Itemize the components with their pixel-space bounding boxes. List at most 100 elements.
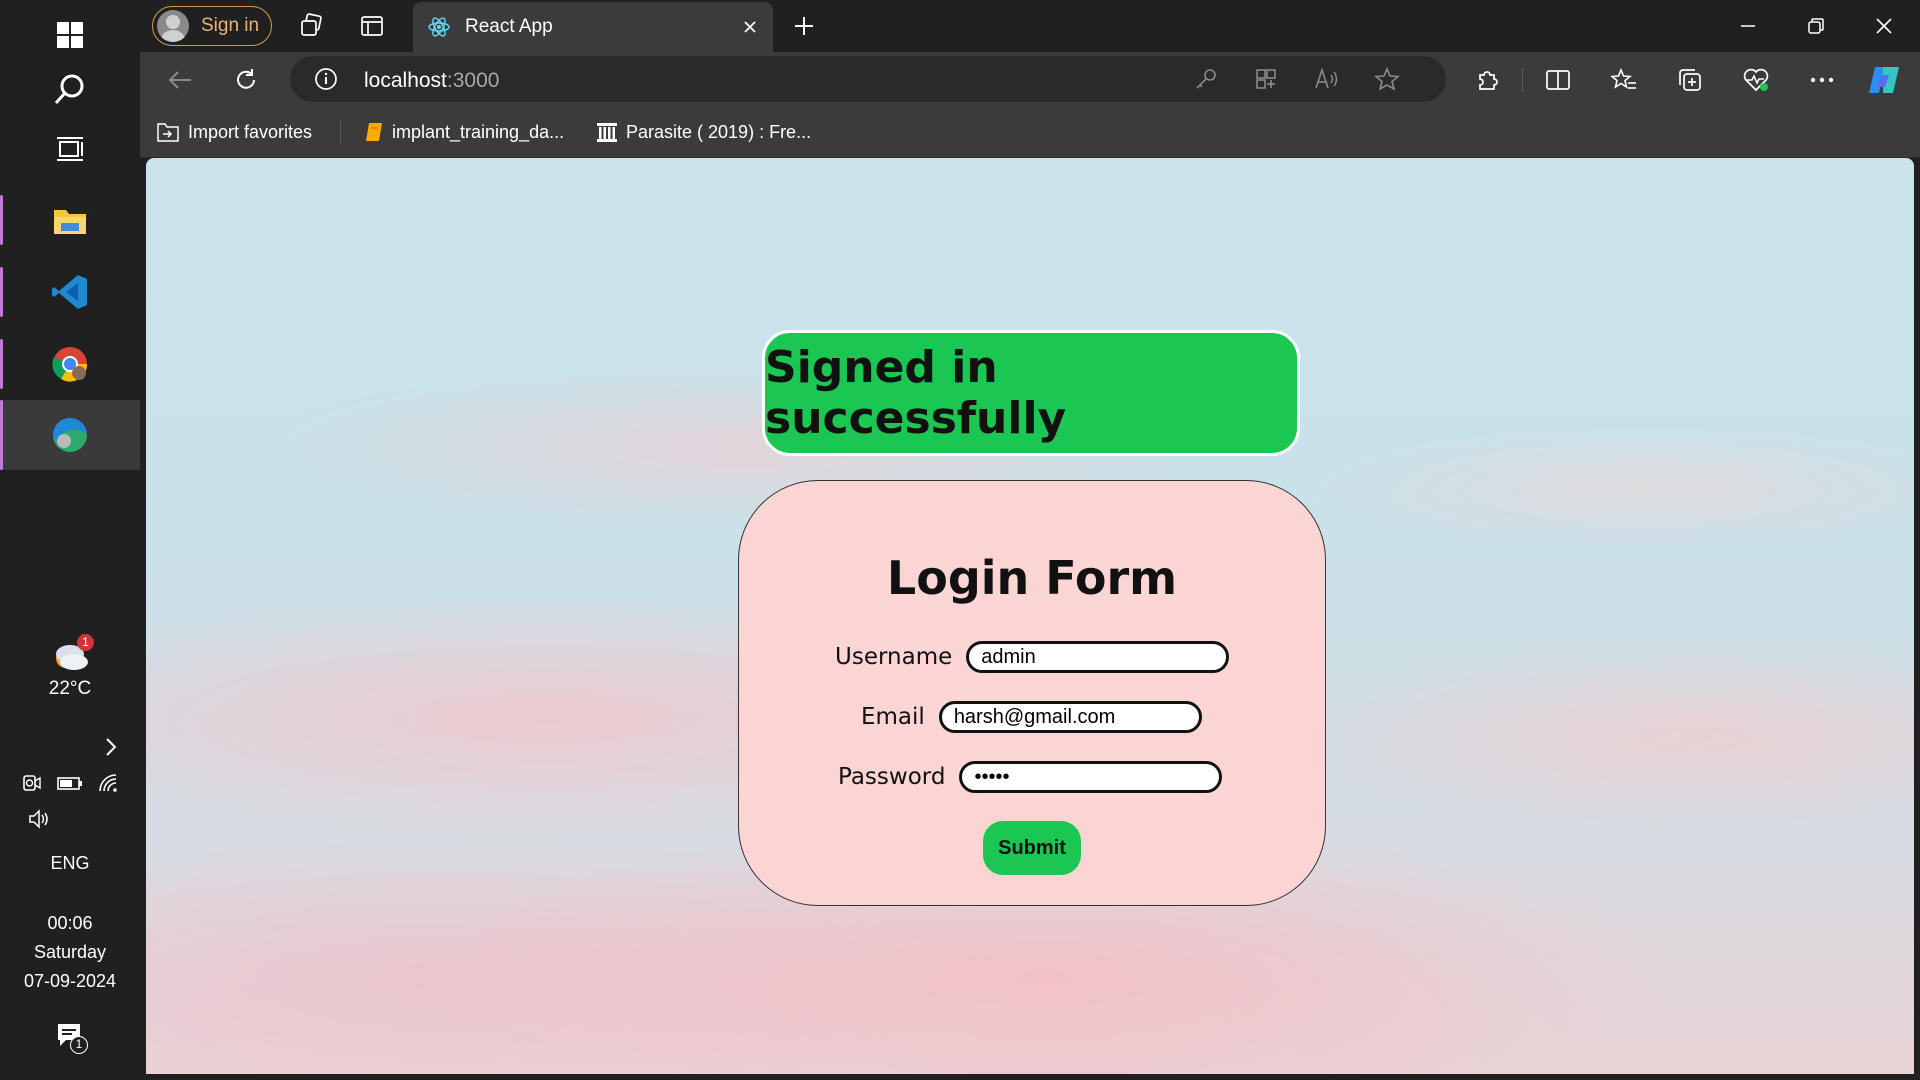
workspaces-button[interactable] — [295, 10, 327, 42]
extensions-button[interactable] — [1470, 62, 1506, 98]
app-available-button[interactable] — [1254, 67, 1278, 95]
split-screen-button[interactable] — [1540, 62, 1576, 98]
tab-react-app[interactable]: React App — [413, 2, 773, 52]
split-screen-icon — [1546, 70, 1570, 90]
puzzle-icon — [1479, 71, 1498, 90]
tab-actions-button[interactable] — [356, 10, 388, 42]
taskbar-app-edge[interactable] — [0, 400, 140, 470]
refresh-icon — [237, 69, 255, 89]
chrome-icon — [52, 347, 88, 382]
browser-essentials-button[interactable] — [1738, 62, 1774, 98]
battery-icon[interactable] — [57, 772, 83, 794]
clock-day: Saturday — [33, 942, 107, 962]
task-view-icon — [57, 137, 83, 161]
weather-widget[interactable]: 1 22°C — [0, 634, 140, 700]
address-bar[interactable]: localhost:3000 — [290, 56, 1446, 102]
plus-icon — [795, 17, 813, 35]
favorites-list-icon — [1611, 68, 1636, 89]
submit-button[interactable]: Submit — [983, 821, 1081, 875]
refresh-button[interactable] — [228, 62, 264, 98]
password-label: Password — [838, 764, 946, 790]
wifi-icon[interactable] — [97, 772, 119, 794]
clock-date: 07-09-2024 — [23, 971, 117, 991]
taskbar-clock[interactable]: 00:06 Saturday 07-09-2024 — [0, 909, 140, 996]
read-aloud-icon — [1315, 67, 1338, 89]
weather-temperature: 22°C — [48, 678, 92, 699]
input-language[interactable]: ENG — [0, 853, 140, 874]
fav-label: Parasite ( 2019) : Fre... — [626, 121, 812, 142]
collections-button[interactable] — [1672, 62, 1708, 98]
email-input[interactable] — [938, 701, 1202, 733]
username-input[interactable] — [966, 641, 1230, 673]
tab-actions-icon — [361, 16, 383, 36]
heart-pulse-icon — [1743, 68, 1769, 92]
windows-icon — [57, 22, 83, 48]
success-banner: Signed in successfully — [762, 330, 1300, 456]
back-arrow-icon — [168, 71, 191, 89]
browser-toolbar: localhost:3000 — [140, 52, 1920, 106]
folder-icon — [54, 210, 86, 234]
password-input[interactable] — [959, 761, 1223, 793]
restore-icon — [1808, 18, 1824, 34]
taskbar-app-file-explorer[interactable] — [0, 185, 140, 255]
fav-label: Import favorites — [188, 121, 313, 142]
toolbar-divider — [1522, 68, 1523, 92]
close-icon — [1876, 18, 1892, 34]
weather-badge: 1 — [77, 634, 94, 651]
favorites-bar: Import favorites implant_training_da... … — [140, 106, 1920, 158]
favorites-button[interactable] — [1606, 62, 1642, 98]
new-tab-button[interactable] — [788, 10, 820, 42]
browser-window: Sign in React App localhost:3000 Import … — [140, 0, 1920, 1080]
settings-more-button[interactable] — [1804, 62, 1840, 98]
collections-icon — [1679, 69, 1701, 91]
url-host: localhost — [364, 69, 447, 92]
fav-import-favorites[interactable]: Import favorites — [156, 118, 312, 146]
volume-button[interactable] — [28, 808, 52, 834]
import-icon — [157, 123, 179, 142]
avatar — [157, 10, 189, 42]
username-label: Username — [835, 644, 953, 670]
vscode-icon — [52, 275, 87, 309]
taskbar-app-chrome[interactable] — [0, 329, 140, 399]
password-row: Password — [838, 761, 1223, 793]
notebook-icon — [366, 123, 382, 141]
page-viewport: Signed in successfully Login Form Userna… — [146, 158, 1914, 1074]
minimize-icon — [1741, 25, 1755, 27]
task-view-button[interactable] — [0, 114, 140, 184]
copilot-icon — [1869, 67, 1899, 93]
url-text[interactable]: localhost:3000 — [364, 69, 499, 93]
taskbar-app-vscode[interactable] — [0, 257, 140, 327]
minimize-button[interactable] — [1718, 4, 1778, 48]
taskbar: 1 22°C ENG 00:06 Saturday 07-09-2024 1 — [0, 0, 140, 1080]
profile-signin-button[interactable]: Sign in — [152, 6, 272, 46]
info-icon — [315, 68, 337, 90]
favorite-star-button[interactable] — [1373, 66, 1401, 95]
meet-now-icon[interactable] — [21, 772, 43, 794]
email-row: Email — [861, 701, 1202, 733]
close-icon — [744, 21, 756, 33]
workspaces-icon — [301, 13, 322, 36]
fav-implant-training[interactable]: implant_training_da... — [364, 118, 564, 146]
volume-icon — [29, 809, 48, 829]
signin-label: Sign in — [201, 15, 260, 36]
fav-parasite[interactable]: Parasite ( 2019) : Fre... — [596, 118, 811, 146]
show-hidden-icons-button[interactable] — [104, 736, 118, 762]
chevron-right-icon — [106, 738, 117, 756]
username-row: Username — [835, 641, 1230, 673]
site-info-button[interactable] — [314, 67, 338, 95]
password-manager-button[interactable] — [1194, 67, 1218, 95]
email-label: Email — [861, 704, 925, 730]
read-aloud-button[interactable] — [1314, 67, 1340, 95]
search-icon — [54, 74, 84, 104]
react-logo-icon — [428, 17, 450, 37]
copilot-button[interactable] — [1866, 62, 1902, 98]
key-icon — [1196, 69, 1216, 89]
restore-button[interactable] — [1786, 4, 1846, 48]
tab-close-button[interactable] — [737, 14, 763, 40]
tab-strip: Sign in React App — [140, 0, 1920, 52]
close-window-button[interactable] — [1854, 4, 1914, 48]
notification-center-button[interactable]: 1 — [52, 1020, 88, 1056]
login-form: Login Form Username Email Password Submi… — [738, 480, 1326, 906]
favorites-divider — [340, 120, 341, 144]
back-button[interactable] — [162, 62, 198, 98]
